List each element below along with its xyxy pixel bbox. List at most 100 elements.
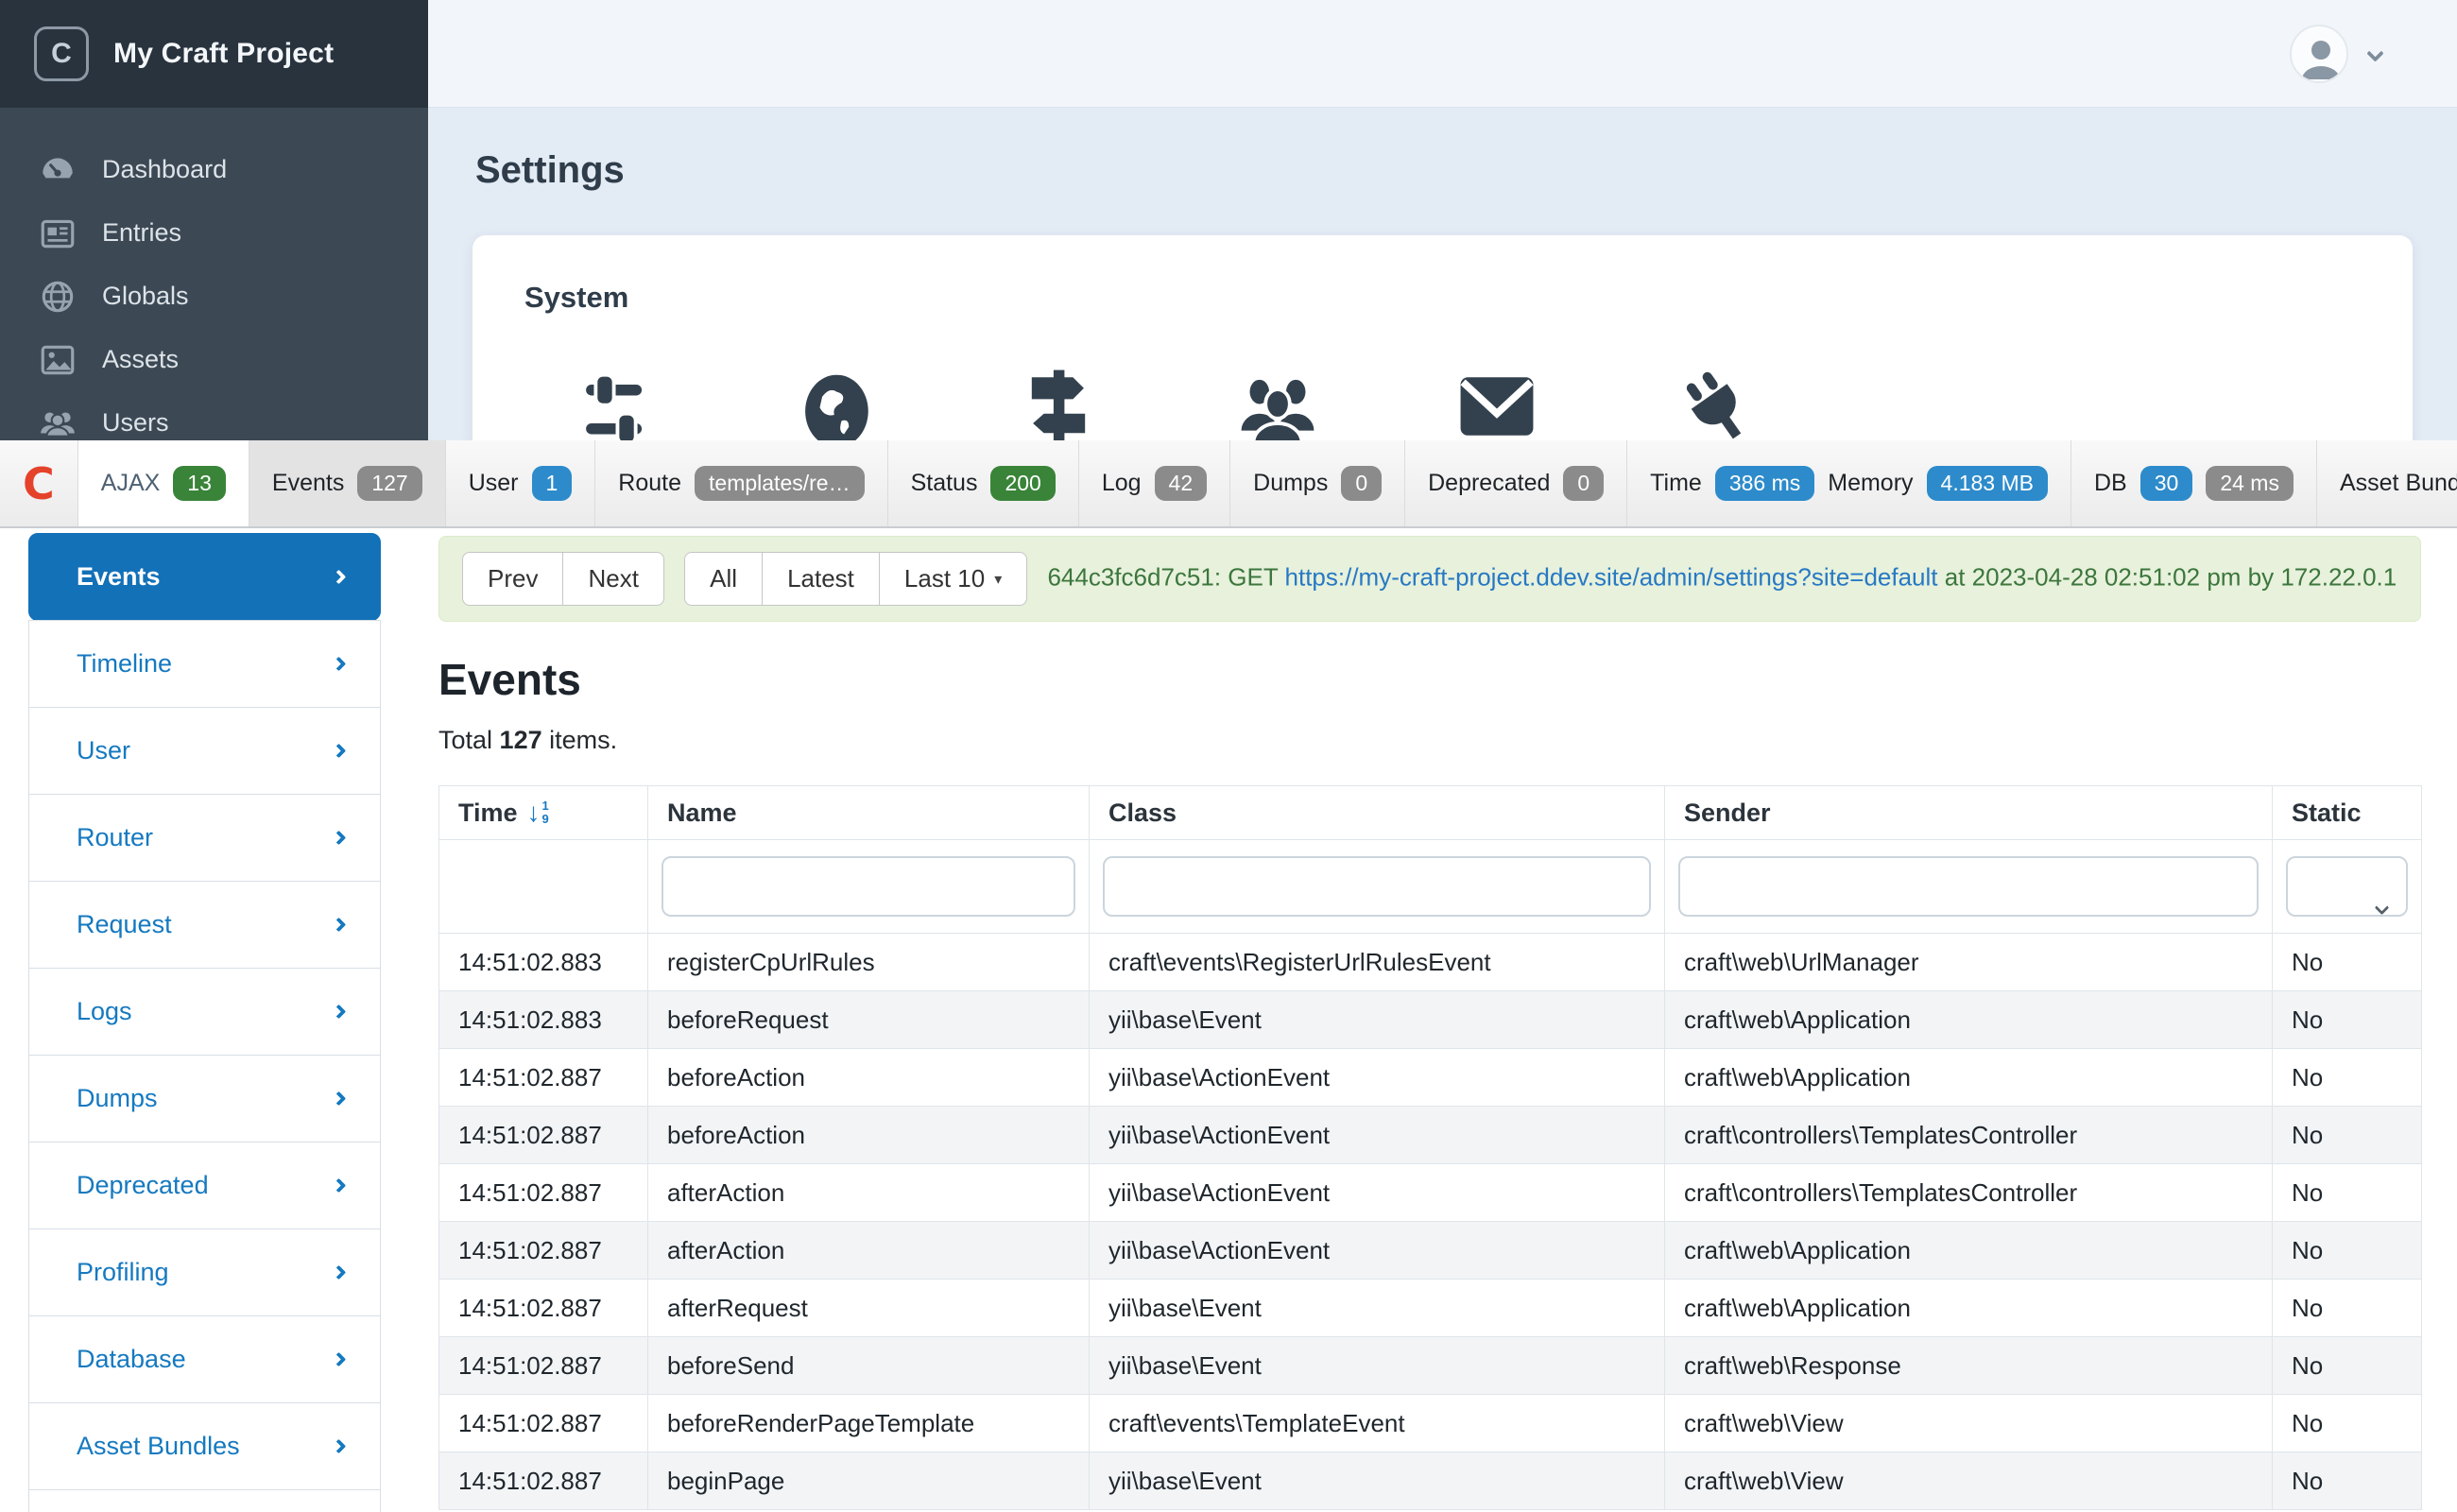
cell-static: No bbox=[2272, 1336, 2422, 1395]
toolbar-block-dumps[interactable]: Dumps 0 bbox=[1230, 440, 1406, 526]
users-icon bbox=[41, 411, 75, 438]
column-header-time[interactable]: Time ↓ 1 9 bbox=[438, 785, 648, 840]
request-tag: 644c3fc6d7c51: bbox=[1047, 562, 1222, 592]
toolbar-block-asset-bundles[interactable]: Asset Bundles 18 bbox=[2317, 440, 2457, 526]
sender-filter-input[interactable] bbox=[1678, 856, 2259, 917]
gauge-icon bbox=[43, 157, 73, 178]
events-table-body: 14:51:02.883 registerCpUrlRules craft\ev… bbox=[438, 933, 2422, 1510]
cell-sender: craft\web\Application bbox=[1664, 1048, 2273, 1107]
debug-menu-item[interactable]: Deprecated bbox=[28, 1142, 381, 1229]
dumps-label: Dumps bbox=[1253, 470, 1329, 496]
table-row: 14:51:02.887 afterAction yii\base\Action… bbox=[438, 1221, 2422, 1280]
toolbar-block-route[interactable]: Route templates/re… bbox=[595, 440, 888, 526]
latest-button[interactable]: Latest bbox=[762, 552, 879, 606]
sort-desc-icon: ↓ 1 9 bbox=[526, 798, 549, 827]
sidebar-item-label: Users bbox=[102, 408, 169, 437]
debug-menu-item[interactable]: User bbox=[28, 707, 381, 795]
users-icon[interactable] bbox=[1239, 368, 1316, 440]
sidebar-item-globals[interactable]: Globals bbox=[0, 265, 428, 328]
debug-menu-item[interactable]: Profiling bbox=[28, 1228, 381, 1316]
image-icon bbox=[41, 345, 75, 374]
routes-icon[interactable] bbox=[1020, 368, 1097, 440]
craft-content: Settings System bbox=[428, 108, 2457, 440]
cell-name: beforeSend bbox=[647, 1336, 1090, 1395]
toolbar-block-log[interactable]: Log 42 bbox=[1079, 440, 1231, 526]
cell-class: yii\base\Event bbox=[1089, 1452, 1665, 1510]
chevron-right-icon bbox=[331, 1351, 347, 1367]
cell-static: No bbox=[2272, 1106, 2422, 1164]
toolbar-block-status[interactable]: Status 200 bbox=[888, 440, 1079, 526]
toolbar-block-time-memory[interactable]: Time 386 ms Memory 4.183 MB bbox=[1627, 440, 2071, 526]
globe-icon[interactable] bbox=[800, 368, 878, 440]
sliders-icon[interactable] bbox=[581, 368, 659, 440]
class-filter-input[interactable] bbox=[1103, 856, 1651, 917]
debug-menu-item[interactable]: Database bbox=[28, 1315, 381, 1403]
plugins-icon[interactable] bbox=[1662, 352, 1770, 440]
debug-menu-item[interactable]: Logs bbox=[28, 968, 381, 1056]
all-button[interactable]: All bbox=[684, 552, 763, 606]
sidebar-item-assets[interactable]: Assets bbox=[0, 328, 428, 391]
debug-menu-item[interactable]: Asset Bundles bbox=[28, 1402, 381, 1490]
prev-button[interactable]: Prev bbox=[462, 552, 563, 606]
name-filter-input[interactable] bbox=[662, 856, 1075, 917]
user-avatar[interactable] bbox=[2290, 24, 2348, 83]
craft-sidebar: C My Craft Project Dashboard Entries Glo… bbox=[0, 0, 428, 440]
debug-menu-item[interactable]: Dumps bbox=[28, 1055, 381, 1143]
debug-menu-item[interactable]: Events bbox=[28, 533, 381, 621]
request-url-link[interactable]: https://my-craft-project.ddev.site/admin… bbox=[1285, 562, 1938, 591]
craft-logo-icon: C bbox=[34, 26, 89, 81]
ajax-label: AJAX bbox=[100, 470, 161, 496]
debug-menu-item[interactable]: Router bbox=[28, 794, 381, 882]
next-button[interactable]: Next bbox=[562, 552, 664, 606]
debug-menu-item[interactable]: Timeline bbox=[28, 620, 381, 708]
cell-time: 14:51:02.887 bbox=[438, 1221, 648, 1280]
craft-brand: C My Craft Project bbox=[0, 0, 428, 108]
sidebar-item-dashboard[interactable]: Dashboard bbox=[0, 138, 428, 201]
toolbar-block-events[interactable]: Events 127 bbox=[249, 440, 446, 526]
cell-class: craft\events\TemplateEvent bbox=[1089, 1394, 1665, 1452]
cell-static: No bbox=[2272, 1163, 2422, 1222]
events-count-badge: 127 bbox=[357, 465, 422, 502]
log-count-badge: 42 bbox=[1154, 465, 1208, 502]
table-row: 14:51:02.887 afterAction yii\base\Action… bbox=[438, 1163, 2422, 1222]
cell-sender: craft\web\Application bbox=[1664, 990, 2273, 1049]
request-method: GET bbox=[1228, 562, 1279, 592]
cell-class: yii\base\ActionEvent bbox=[1089, 1048, 1665, 1107]
debug-menu-item[interactable]: Request bbox=[28, 881, 381, 969]
column-header-class: Class bbox=[1089, 785, 1665, 840]
column-header-sender: Sender bbox=[1664, 785, 2273, 840]
sidebar-item-entries[interactable]: Entries bbox=[0, 201, 428, 265]
route-value-badge: templates/re… bbox=[695, 465, 865, 502]
table-row: 14:51:02.883 registerCpUrlRules craft\ev… bbox=[438, 933, 2422, 991]
toolbar-block-user[interactable]: User 1 bbox=[446, 440, 596, 526]
mail-icon[interactable] bbox=[1458, 368, 1536, 440]
static-filter-select[interactable] bbox=[2286, 856, 2408, 917]
sidebar-item-users[interactable]: Users bbox=[0, 391, 428, 440]
chevron-right-icon bbox=[331, 1438, 347, 1454]
account-menu-chevron-icon[interactable] bbox=[2366, 44, 2384, 62]
debug-menu-item[interactable] bbox=[28, 1489, 381, 1512]
craft-debug-logo[interactable]: C bbox=[0, 440, 78, 526]
last10-dropdown-button[interactable]: Last 10 ▾ bbox=[878, 552, 1028, 606]
toolbar-block-deprecated[interactable]: Deprecated 0 bbox=[1405, 440, 1628, 526]
db-label: DB bbox=[2094, 470, 2127, 496]
toolbar-block-db[interactable]: DB 30 24 ms bbox=[2071, 440, 2317, 526]
debug-menu-item-label: Logs bbox=[77, 997, 132, 1025]
class-filter-cell bbox=[1089, 839, 1665, 934]
cell-static: No bbox=[2272, 990, 2422, 1049]
request-meta: at 2023-04-28 02:51:02 pm by 172.22.0.1 bbox=[1937, 562, 2397, 592]
sidebar-item-label: Assets bbox=[102, 345, 180, 373]
craft-c-icon: C bbox=[23, 457, 55, 509]
cell-time: 14:51:02.887 bbox=[438, 1452, 648, 1510]
sidebar-item-label: Entries bbox=[102, 218, 182, 247]
cell-time: 14:51:02.887 bbox=[438, 1336, 648, 1395]
name-filter-cell bbox=[647, 839, 1090, 934]
cell-time: 14:51:02.887 bbox=[438, 1106, 648, 1164]
toolbar-block-ajax[interactable]: AJAX 13 bbox=[77, 440, 249, 526]
cell-class: craft\events\RegisterUrlRulesEvent bbox=[1089, 933, 1665, 991]
cell-class: yii\base\ActionEvent bbox=[1089, 1163, 1665, 1222]
db-time-badge: 24 ms bbox=[2206, 465, 2294, 502]
cell-name: beforeAction bbox=[647, 1048, 1090, 1107]
debug-menu-item-label: Profiling bbox=[77, 1258, 169, 1286]
cell-class: yii\base\ActionEvent bbox=[1089, 1106, 1665, 1164]
